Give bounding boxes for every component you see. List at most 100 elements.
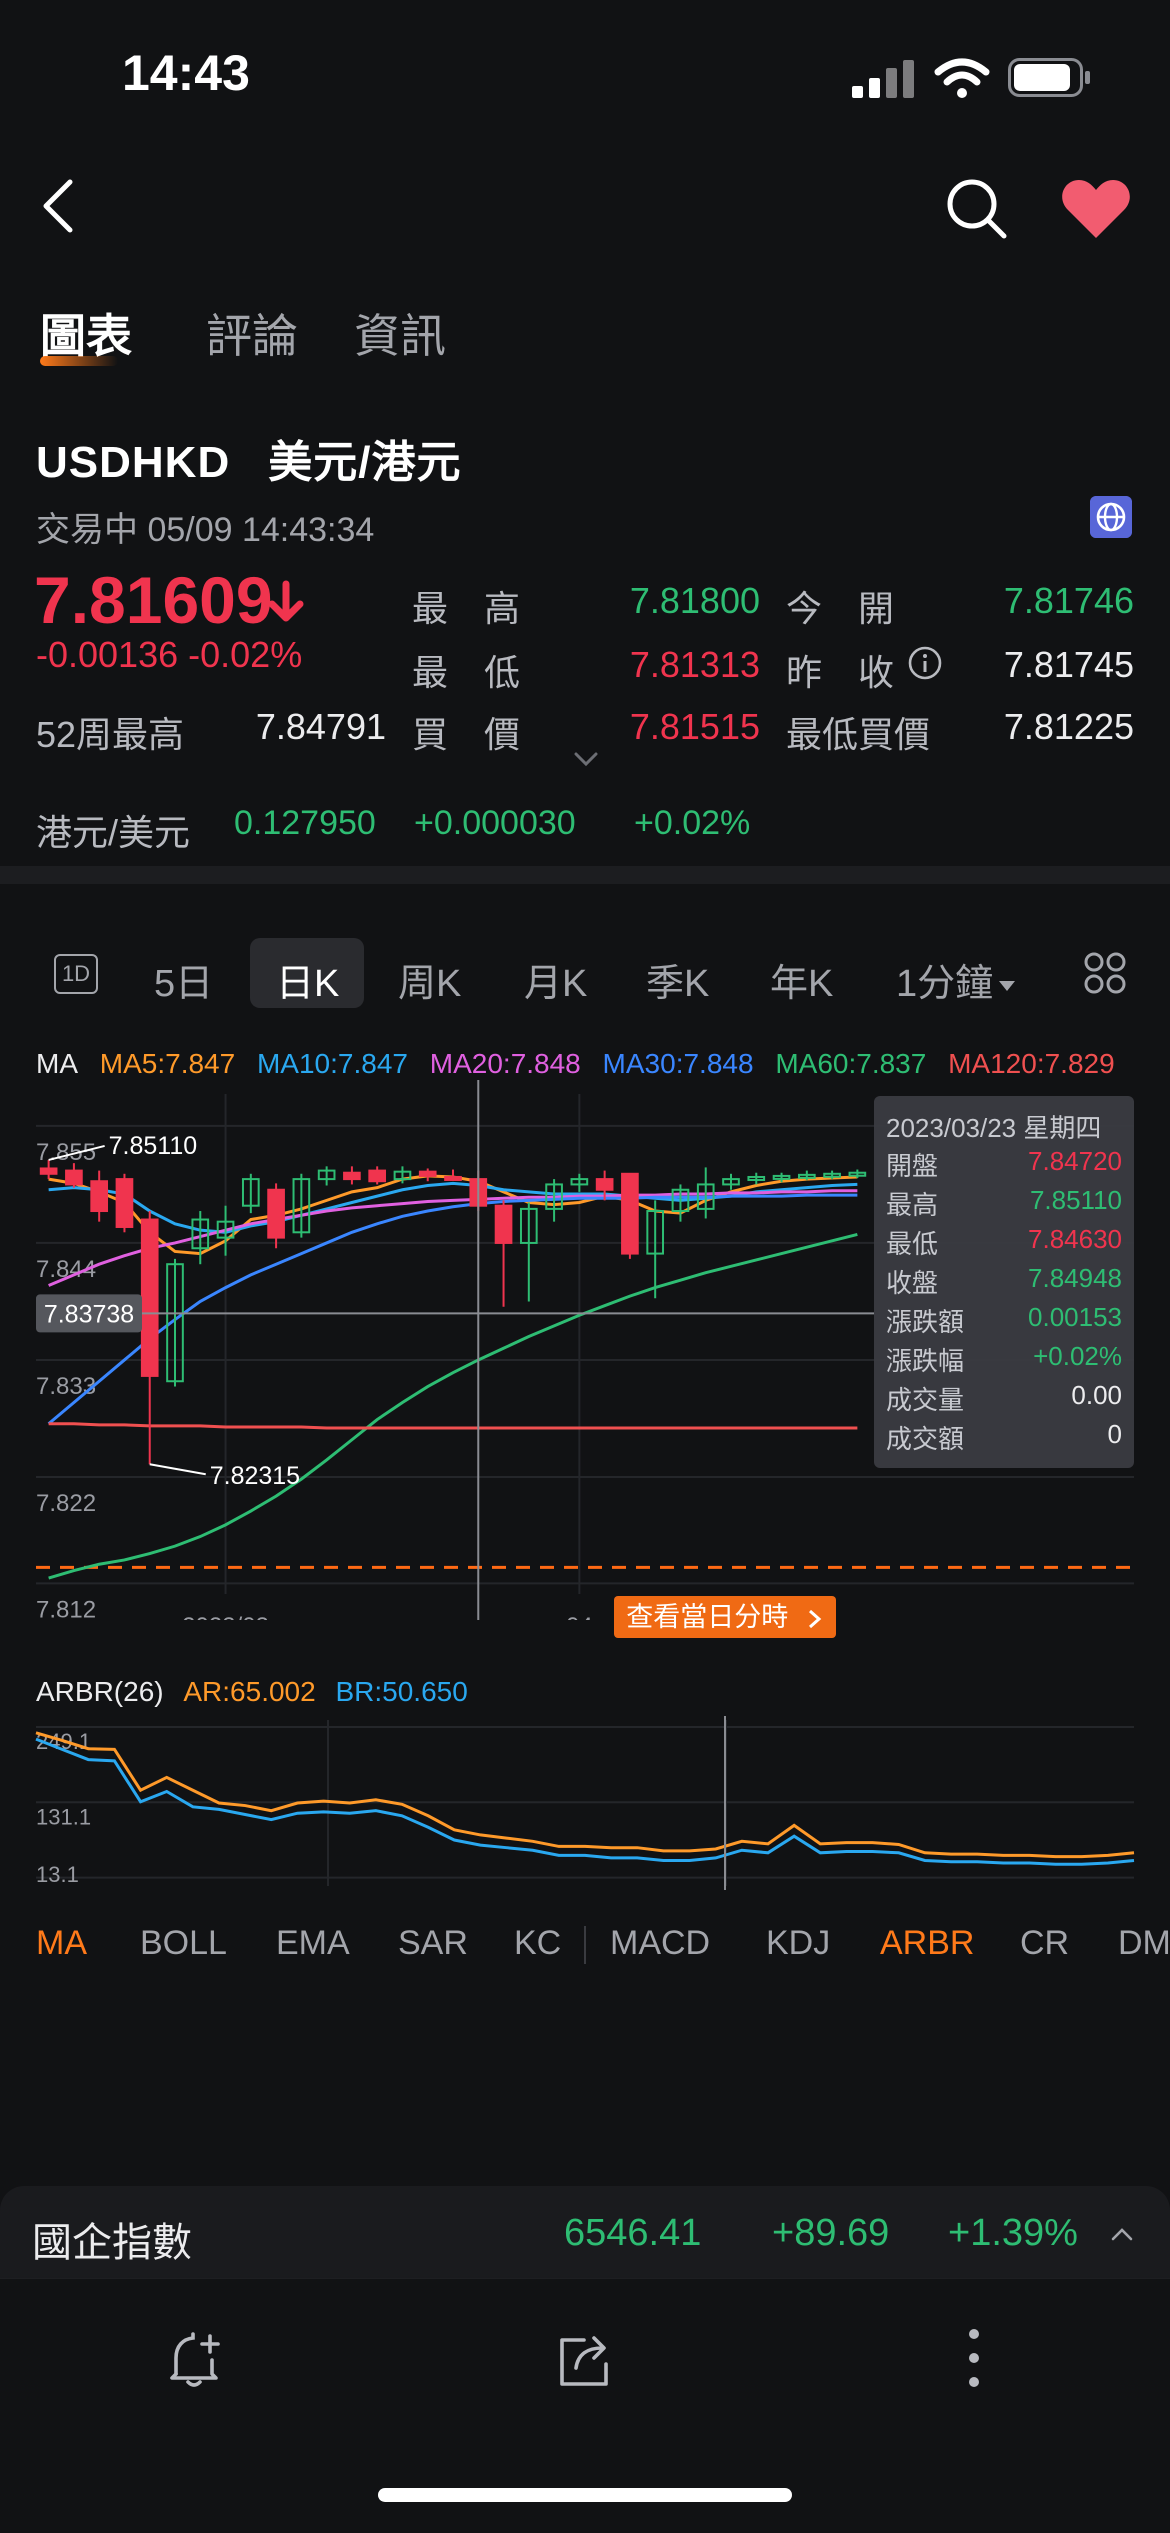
candle-body [267,1188,285,1239]
price-alert-bell-icon[interactable] [166,2330,224,2390]
tab-news[interactable]: 資訊 [354,300,446,366]
indicator-ema[interactable]: EMA [276,1924,350,1963]
status-time: 14:43 [122,45,250,101]
open-value: 7.81746 [1003,580,1134,621]
candle-body [595,1178,614,1191]
share-icon[interactable] [554,2330,616,2390]
week52-high-label: 52周最高 [36,714,185,755]
tooltip-row-value: 0.00153 [1028,1302,1122,1332]
chevron-down-icon[interactable] [572,750,600,768]
arrow-down-icon [268,580,304,622]
home-indicator [378,2488,792,2502]
tooltip-row-label: 漲跌額 [886,1307,965,1337]
view-intraday-button[interactable]: 查看當日分時 [614,1596,836,1638]
index-name: 國企指數 [32,2221,192,2265]
indicator-sar[interactable]: SAR [398,1924,468,1963]
trading-status: 交易中 05/09 14:43:34 [36,511,375,549]
period-quarterly[interactable]: 季K [646,952,709,1007]
period-monthly[interactable]: 月K [524,952,587,1007]
period-5day[interactable]: 5日 [154,952,213,1007]
price-change-amount: -0.00136 [36,634,179,675]
tooltip-row-value: 7.84948 [1028,1263,1122,1293]
tab-comments[interactable]: 評論 [206,300,298,366]
indicator-macd[interactable]: MACD [610,1924,710,1963]
ma60-legend: MA60:7.837 [775,1048,927,1079]
indicator-kdj[interactable]: KDJ [766,1924,830,1963]
tab-underline [40,356,118,366]
tooltip-row-value: 0 [1107,1419,1122,1449]
grid-icon[interactable] [1084,952,1126,994]
indicator-boll[interactable]: BOLL [140,1924,227,1963]
ar-legend: AR:65.002 [183,1676,316,1707]
period-minute-label: 1分鐘 [896,963,994,1005]
tooltip-row-value: 7.85110 [1029,1185,1122,1215]
search-icon[interactable] [944,176,1008,240]
y-tick-label: 13.1 [36,1862,79,1887]
period-minute-dropdown[interactable]: 1分鐘 [896,952,1017,1007]
candle-body [444,1175,462,1181]
tooltip-row-label: 成交額 [886,1424,965,1454]
ma5-line [48,1174,858,1256]
period-1d[interactable]: 1D [54,954,98,994]
bid-value: 7.81515 [629,706,760,747]
favorite-heart-icon[interactable] [1060,178,1132,240]
globe-icon[interactable] [1090,496,1132,538]
price-change-pct: -0.02% [188,634,303,675]
tooltip-date: 2023/03/23 星期四 [886,1113,1102,1143]
pair-title: USDHKD 美元/港元 [36,426,461,490]
arbr-chart[interactable]: 249.1131.113.1 [0,1716,1170,1890]
candle-body [65,1169,83,1186]
ar-line [35,1731,1135,1859]
chevron-up-icon[interactable] [1110,2226,1134,2242]
prev-close-label: 昨 收 [786,652,895,693]
candle-body [368,1169,387,1183]
min-marker-label: 7.82315 [210,1462,300,1490]
ma-legend: MA MA5:7.847 MA10:7.847 MA20:7.848 MA30:… [36,1048,1129,1080]
price-change: -0.00136 -0.02% [36,634,302,676]
candle-body [621,1172,639,1255]
wifi-icon [934,58,990,98]
indicator-separator [584,1926,586,1964]
crosshair-price-label: 7.83738 [44,1300,134,1328]
candle-body [90,1180,109,1213]
tooltip-row-label: 成交量 [886,1385,965,1415]
ma20-legend: MA20:7.848 [429,1048,581,1079]
indicator-cr[interactable]: CR [1020,1924,1069,1963]
indicator-arbr[interactable]: ARBR [880,1924,974,1963]
arbr-legend: ARBR(26) AR:65.002 BR:50.650 [36,1676,468,1708]
x-tick-label: 04 [566,1613,593,1620]
min-bid-value: 7.81225 [1003,706,1134,747]
back-icon[interactable] [36,176,80,236]
ma30-line [47,1193,858,1425]
arbr-title: ARBR(26) [36,1676,164,1707]
y-tick-label: 131.1 [36,1804,91,1829]
candle-body [39,1167,58,1175]
caret-down-icon [999,980,1016,991]
indicator-kc[interactable]: KC [514,1924,561,1963]
min-marker-line [149,1463,206,1476]
pair-name: 美元/港元 [268,438,462,487]
candle-body [343,1171,361,1181]
open-label: 今 開 [786,588,895,629]
period-weekly[interactable]: 周K [398,952,461,1007]
tooltip-row-label: 開盤 [886,1151,939,1181]
ma60-line [48,1232,858,1580]
index-value: 6546.41 [564,2212,702,2254]
indicator-dm[interactable]: DM [1118,1924,1170,1963]
indicator-ma[interactable]: MA [36,1924,87,1963]
battery-icon [1008,58,1090,97]
candle-body [418,1170,437,1177]
bid-label: 買 價 [412,714,521,755]
tooltip-row-label: 最高 [886,1190,939,1220]
ma120-line [48,1422,858,1430]
more-vertical-icon[interactable] [966,2326,982,2390]
candle-body [494,1204,513,1244]
period-daily[interactable]: 日K [276,952,339,1007]
tooltip-row-label: 最低 [886,1229,939,1259]
high-label: 最 高 [412,588,521,629]
tooltip-row-value: +0.02% [1033,1341,1122,1371]
period-yearly[interactable]: 年K [770,952,833,1007]
view-intraday-label: 查看當日分時 [626,1602,789,1632]
reverse-pair-change-pct: +0.02% [634,804,751,842]
pair-symbol: USDHKD [36,438,231,487]
